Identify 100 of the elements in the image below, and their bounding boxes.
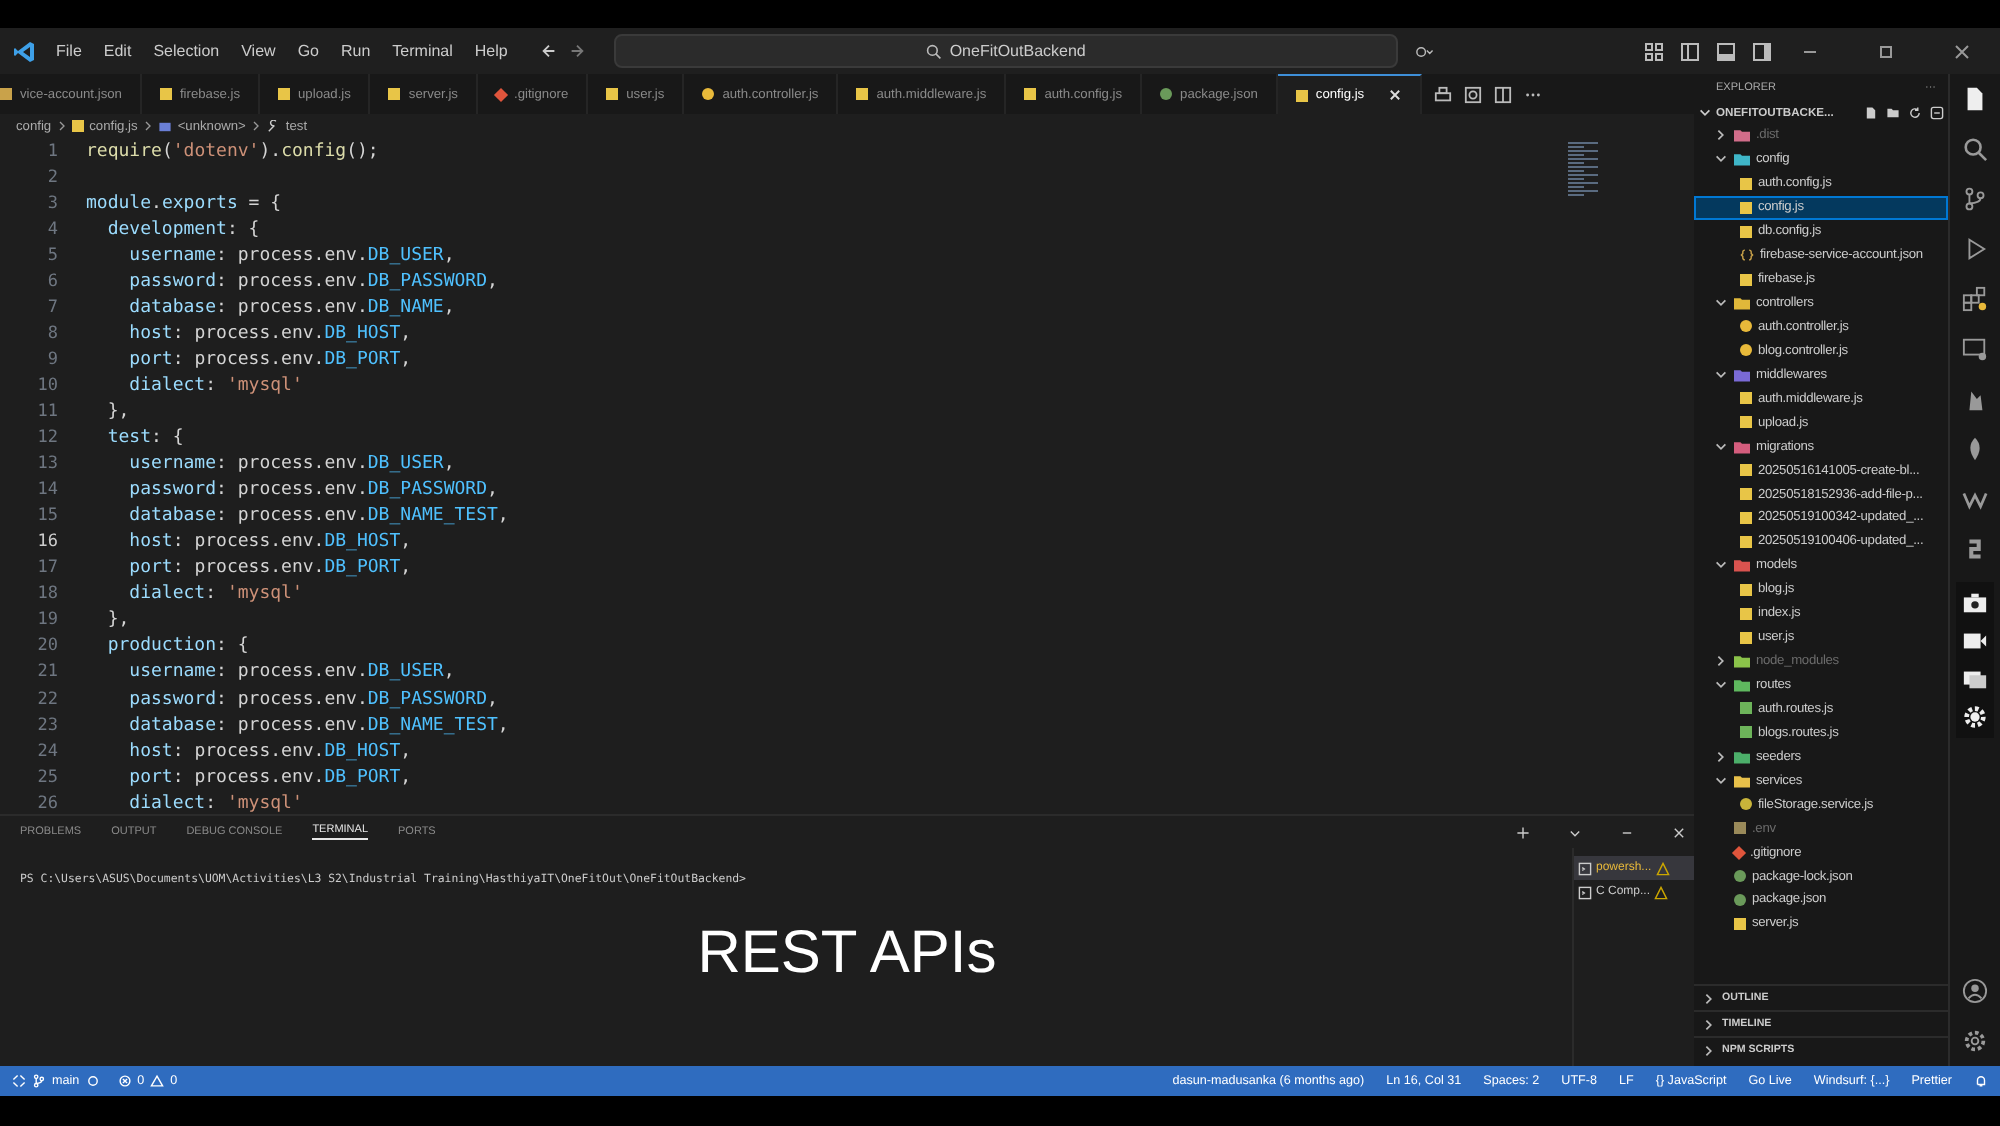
line-number: 19 bbox=[35, 610, 58, 631]
code-line: password: process.env.DB_PASSWORD, bbox=[127, 689, 498, 709]
line-number: 20 bbox=[35, 636, 58, 657]
panel-toggle-icon[interactable] bbox=[1716, 41, 1736, 61]
gear-icon[interactable] bbox=[1962, 704, 1988, 730]
file-icon bbox=[1024, 88, 1037, 100]
close-icon[interactable] bbox=[1672, 825, 1686, 839]
search-icon[interactable] bbox=[1962, 136, 1988, 162]
remote-icon[interactable] bbox=[12, 1074, 26, 1088]
line-number: 8 bbox=[45, 323, 58, 344]
line-number: 16 bbox=[35, 532, 58, 553]
file-icon bbox=[71, 120, 84, 132]
code-line: username: process.env.DB_USER, bbox=[127, 662, 455, 683]
menu-item[interactable]: View bbox=[241, 42, 276, 60]
chevron-down-icon[interactable] bbox=[1568, 825, 1582, 839]
vscode-logo-icon bbox=[12, 39, 36, 63]
menu-item[interactable]: Help bbox=[474, 42, 508, 60]
remote-explorer-icon[interactable] bbox=[1962, 336, 1988, 362]
code-line: password: process.env.DB_PASSWORD, bbox=[127, 480, 498, 501]
new-file-icon[interactable] bbox=[1864, 106, 1878, 120]
menu-item[interactable]: Edit bbox=[103, 42, 132, 60]
line-number: 15 bbox=[35, 506, 58, 527]
code-line: port: process.env.DB_PORT, bbox=[127, 349, 412, 370]
restore-icon[interactable] bbox=[1876, 41, 1896, 61]
module-icon bbox=[157, 119, 172, 133]
extensions-icon[interactable] bbox=[1962, 286, 1988, 312]
code-line: username: process.env.DB_USER, bbox=[127, 245, 455, 266]
chevron-down-icon[interactable] bbox=[1698, 106, 1712, 120]
files-icon[interactable] bbox=[1962, 86, 1988, 112]
line-number: 4 bbox=[45, 219, 58, 240]
back-arrow-icon[interactable] bbox=[539, 42, 558, 60]
code-line: database: process.env.DB_NAME_TEST, bbox=[127, 715, 509, 736]
line-number: 11 bbox=[35, 401, 58, 422]
menu-item[interactable]: Go bbox=[297, 42, 319, 60]
chevron-right-icon bbox=[251, 120, 260, 132]
line-number: 17 bbox=[35, 558, 58, 579]
source-control-icon[interactable] bbox=[1962, 186, 1988, 212]
refresh-icon[interactable] bbox=[1908, 106, 1922, 120]
close-icon[interactable] bbox=[1952, 41, 1972, 61]
code-line: development: { bbox=[105, 219, 260, 240]
code-line: host: process.env.DB_HOST, bbox=[127, 741, 412, 762]
line-number: 13 bbox=[35, 454, 58, 475]
collapse-icon[interactable] bbox=[1930, 106, 1944, 120]
line-number: 22 bbox=[35, 689, 58, 709]
line-number: 7 bbox=[45, 297, 58, 318]
code-line: host: process.env.DB_HOST, bbox=[127, 532, 412, 553]
bell-icon[interactable] bbox=[1974, 1074, 1988, 1088]
warning-icon bbox=[150, 1074, 165, 1088]
settings-icon[interactable] bbox=[1962, 1028, 1988, 1054]
menu-item[interactable]: Selection bbox=[153, 42, 220, 60]
line-number: 23 bbox=[35, 715, 58, 736]
line-number: 1 bbox=[45, 141, 58, 162]
code-line: database: process.env.DB_NAME_TEST, bbox=[127, 506, 509, 527]
code-line: port: process.env.DB_PORT, bbox=[127, 558, 412, 579]
code-line: dialect: 'mysql' bbox=[127, 793, 303, 814]
code-line: module.exports = { bbox=[86, 193, 282, 214]
layout-icon[interactable] bbox=[1644, 41, 1664, 61]
line-number: 24 bbox=[35, 741, 58, 762]
secondary-sidebar-icon[interactable] bbox=[1752, 41, 1772, 61]
error-icon bbox=[117, 1074, 132, 1088]
code-line: dialect: 'mysql' bbox=[127, 375, 303, 396]
account-icon[interactable] bbox=[1962, 978, 1988, 1004]
code-line: username: process.env.DB_USER, bbox=[127, 454, 455, 475]
line-number: 6 bbox=[45, 271, 58, 292]
chevron-right-icon bbox=[57, 120, 66, 132]
search-field[interactable]: OneFitOutBackend bbox=[613, 34, 1398, 68]
file-icon bbox=[159, 88, 172, 100]
terminal-icon bbox=[1578, 861, 1592, 875]
code-line: host: process.env.DB_HOST, bbox=[127, 323, 412, 344]
chevron-right-icon bbox=[143, 120, 152, 132]
windows-icon[interactable] bbox=[1962, 666, 1988, 692]
menu-item[interactable]: Run bbox=[340, 42, 371, 60]
sync-icon[interactable] bbox=[85, 1074, 100, 1088]
code-line: }, bbox=[105, 401, 130, 422]
file-icon bbox=[856, 88, 869, 100]
file-icon bbox=[278, 88, 291, 100]
forward-arrow-icon[interactable] bbox=[567, 42, 586, 60]
line-number: 10 bbox=[35, 375, 58, 396]
menu-item[interactable]: Terminal bbox=[392, 42, 453, 60]
printer-icon[interactable] bbox=[1434, 85, 1453, 103]
code-line: production: { bbox=[105, 636, 249, 657]
file-icon bbox=[1740, 273, 1752, 286]
line-number: 26 bbox=[35, 793, 58, 814]
menu-item[interactable]: File bbox=[56, 42, 82, 60]
preview-icon[interactable] bbox=[1464, 85, 1483, 103]
line-number: 21 bbox=[35, 662, 58, 683]
line-number: 12 bbox=[35, 428, 58, 449]
file-icon bbox=[1295, 89, 1308, 101]
plus-icon[interactable] bbox=[1516, 825, 1530, 839]
terminal-icon bbox=[1578, 885, 1592, 899]
code-line: database: process.env.DB_NAME, bbox=[127, 297, 455, 318]
braces-icon bbox=[1740, 248, 1754, 263]
code-line: password: process.env.DB_PASSWORD, bbox=[127, 271, 498, 292]
camera-icon[interactable] bbox=[1962, 590, 1988, 616]
split-editor-icon[interactable] bbox=[1494, 85, 1513, 103]
new-folder-icon[interactable] bbox=[1886, 106, 1900, 120]
code-line: test: { bbox=[105, 428, 184, 449]
code-line: require('dotenv').config(); bbox=[86, 141, 379, 162]
sidebar-toggle-icon[interactable] bbox=[1680, 41, 1700, 61]
video-camera-icon[interactable] bbox=[1962, 628, 1988, 654]
